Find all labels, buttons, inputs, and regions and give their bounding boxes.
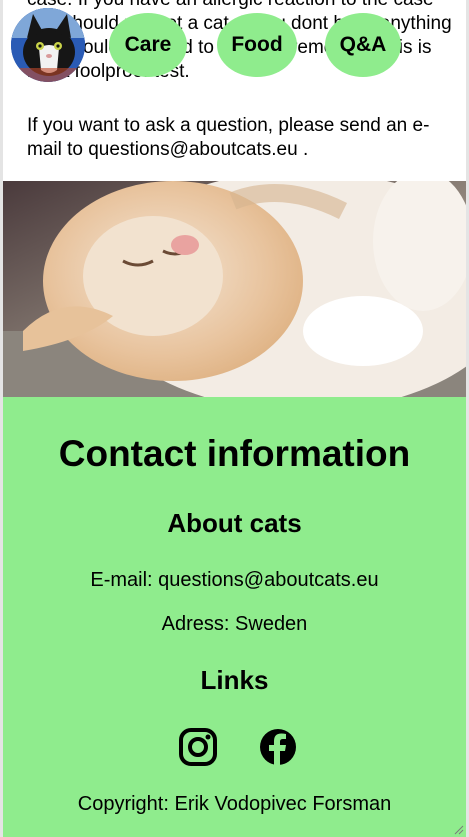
main-nav: Care Food Q&A	[3, 0, 466, 90]
nav-food-button[interactable]: Food	[217, 13, 297, 77]
about-heading: About cats	[167, 508, 302, 538]
sleeping-cat-photo	[3, 181, 466, 397]
nav-care-button[interactable]: Care	[109, 13, 187, 77]
cat-avatar-image	[11, 8, 85, 82]
facebook-icon[interactable]	[259, 728, 297, 766]
contact-section: Contact information About cats E-mail: q…	[3, 397, 466, 837]
nav-qa-button[interactable]: Q&A	[325, 13, 401, 77]
resize-grip-icon[interactable]	[454, 825, 464, 835]
logo-avatar[interactable]	[11, 8, 85, 82]
address-line: Adress: Sweden	[161, 613, 308, 635]
email-line: E-mail: questions@aboutcats.eu	[90, 569, 379, 591]
links-heading: Links	[200, 665, 269, 695]
contact-title: Contact information	[58, 433, 411, 474]
copyright-text: Copyright: Erik Vodopivec Forsman	[77, 793, 392, 815]
question-paragraph: If you want to ask a question, please se…	[27, 115, 430, 160]
instagram-icon[interactable]	[179, 728, 217, 766]
page: case. If you have an allergic reaction t…	[0, 0, 469, 837]
